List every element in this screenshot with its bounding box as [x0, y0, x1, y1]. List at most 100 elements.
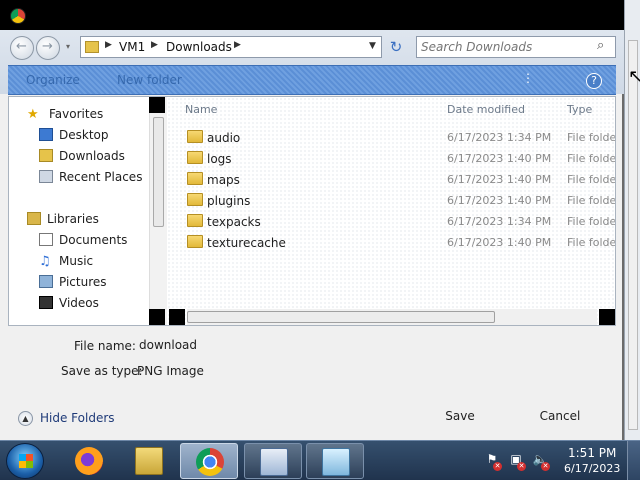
file-type: File folder: [567, 173, 615, 186]
start-button[interactable]: [6, 443, 44, 479]
file-type: File folder: [567, 131, 615, 144]
column-header-date-modified[interactable]: Date modified: [447, 103, 525, 116]
nav-item-recent-places[interactable]: Recent Places: [39, 170, 142, 188]
nav-item-music[interactable]: ♫ Music: [39, 254, 93, 272]
taskbar-notepad[interactable]: [306, 443, 364, 479]
address-dropdown-icon[interactable]: ▼: [369, 41, 376, 51]
scroll-down-arrow[interactable]: [149, 309, 165, 325]
save-button[interactable]: Save: [422, 406, 498, 428]
cancel-button[interactable]: Cancel: [522, 406, 598, 428]
nav-item-videos[interactable]: Videos: [39, 296, 99, 314]
dialog-titlebar[interactable]: [0, 0, 624, 30]
folder-icon: [187, 193, 203, 206]
nav-item-downloads[interactable]: Downloads: [39, 149, 125, 167]
refresh-button[interactable]: ↻: [385, 36, 407, 58]
horizontal-scrollbar[interactable]: [187, 309, 597, 325]
nav-item-label: Desktop: [59, 128, 109, 142]
file-type: File folder: [567, 236, 615, 249]
pictures-icon: [39, 275, 53, 288]
folder-icon: [187, 235, 203, 248]
list-item[interactable]: audio 6/17/2023 1:34 PM File folder: [167, 127, 615, 148]
taskbar-explorer[interactable]: [120, 443, 178, 479]
taskbar-settings[interactable]: [244, 443, 302, 479]
scroll-left-arrow[interactable]: [169, 309, 185, 325]
breadcrumb-separator-icon: ▶: [105, 40, 112, 50]
file-type: File folder: [567, 152, 615, 165]
file-type: File folder: [567, 215, 615, 228]
history-dropdown-icon[interactable]: ▾: [66, 42, 70, 51]
view-options-icon[interactable]: ⋮: [522, 71, 534, 85]
action-center-icon[interactable]: ⚑ ✕: [484, 452, 502, 471]
file-type: File folder: [567, 194, 615, 207]
breadcrumb-vm1[interactable]: VM1: [119, 40, 145, 54]
folder-icon: [85, 41, 99, 53]
music-icon: ♫: [39, 254, 51, 269]
nav-libraries[interactable]: Libraries: [27, 212, 99, 230]
hide-folders-button[interactable]: ▲ Hide Folders: [18, 410, 128, 428]
save-as-type-select[interactable]: PNG Image: [137, 364, 204, 378]
help-icon[interactable]: ?: [586, 73, 602, 89]
scroll-up-arrow[interactable]: [149, 97, 165, 113]
nav-item-label: Music: [59, 254, 94, 268]
clock-date[interactable]: 6/17/2023: [564, 462, 620, 475]
nav-item-pictures[interactable]: Pictures: [39, 275, 107, 293]
recent-places-icon: [39, 170, 53, 183]
horizontal-scrollbar-thumb[interactable]: [187, 311, 495, 323]
background-scrollbar[interactable]: [628, 40, 638, 430]
file-list: Name Date modified Type audio 6/17/2023 …: [167, 97, 615, 325]
file-name: maps: [207, 173, 240, 187]
list-item[interactable]: plugins 6/17/2023 1:40 PM File folder: [167, 190, 615, 211]
desktop-icon: [39, 128, 53, 141]
address-bar[interactable]: ▶ VM1 ▶ Downloads ▶ ▼: [80, 36, 382, 58]
new-folder-button[interactable]: New folder: [117, 73, 182, 87]
column-header-type[interactable]: Type: [567, 103, 592, 116]
file-name-label: File name:: [74, 339, 136, 353]
show-desktop-button[interactable]: [627, 441, 640, 480]
search-input[interactable]: [421, 39, 591, 55]
search-icon[interactable]: ⌕: [597, 38, 604, 53]
taskbar-chrome[interactable]: [180, 443, 238, 479]
list-item[interactable]: texpacks 6/17/2023 1:34 PM File folder: [167, 211, 615, 232]
file-name-field[interactable]: download: [139, 338, 197, 352]
search-box[interactable]: ⌕: [416, 36, 616, 58]
list-item[interactable]: texturecache 6/17/2023 1:40 PM File fold…: [167, 232, 615, 253]
navigation-pane: ★ Favorites Desktop Downloads Recent Plac…: [9, 97, 167, 325]
network-icon[interactable]: ▣ ✕: [508, 452, 526, 471]
file-name: texturecache: [207, 236, 286, 250]
folder-icon: [187, 214, 203, 227]
back-button[interactable]: ←: [10, 36, 34, 60]
back-arrow-icon: ←: [16, 39, 27, 54]
list-item[interactable]: logs 6/17/2023 1:40 PM File folder: [167, 148, 615, 169]
taskbar-firefox[interactable]: [60, 443, 118, 479]
file-name: plugins: [207, 194, 251, 208]
libraries-icon: [27, 212, 41, 225]
nav-item-label: Documents: [59, 233, 128, 247]
nav-scrollbar-thumb[interactable]: [153, 117, 164, 227]
organize-button[interactable]: Organize: [26, 73, 80, 87]
file-name: texpacks: [207, 215, 261, 229]
nav-item-documents[interactable]: Documents: [39, 233, 127, 251]
file-date: 6/17/2023 1:40 PM: [447, 236, 552, 249]
nav-item-label: Downloads: [59, 149, 125, 163]
folder-icon: [187, 151, 203, 164]
nav-favorites[interactable]: ★ Favorites: [27, 107, 103, 125]
forward-arrow-icon: →: [42, 39, 53, 54]
nav-item-label: Pictures: [59, 275, 107, 289]
nav-item-label: Recent Places: [59, 170, 143, 184]
nav-scrollbar[interactable]: [149, 97, 167, 325]
settings-icon: [260, 448, 288, 476]
list-item[interactable]: maps 6/17/2023 1:40 PM File folder: [167, 169, 615, 190]
file-date: 6/17/2023 1:40 PM: [447, 194, 552, 207]
scroll-right-arrow[interactable]: [599, 309, 615, 325]
clock-time[interactable]: 1:51 PM: [568, 446, 616, 460]
file-name: logs: [207, 152, 232, 166]
hide-folders-label: Hide Folders: [40, 411, 115, 425]
nav-item-desktop[interactable]: Desktop: [39, 128, 109, 146]
forward-button[interactable]: →: [36, 36, 60, 60]
firefox-icon: [75, 447, 103, 475]
save-dialog: ← → ▾ ▶ VM1 ▶ Downloads ▶ ▼ ↻ ⌕ Organize…: [0, 0, 624, 440]
chrome-icon: [196, 448, 224, 476]
column-header-name[interactable]: Name: [185, 103, 217, 116]
volume-icon[interactable]: 🔈 ✕: [532, 452, 550, 471]
breadcrumb-downloads[interactable]: Downloads: [166, 40, 232, 54]
